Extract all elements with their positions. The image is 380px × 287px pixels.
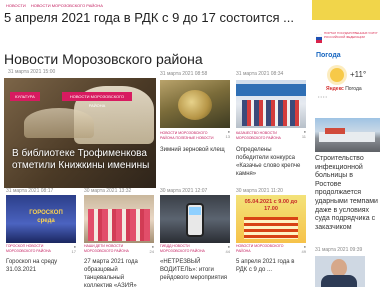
card-tags[interactable]: Новости Морозовского района Полезные нов… [160,131,218,141]
comment-count: ● 44 [218,244,230,254]
suit-shape [321,275,357,287]
count-value: 11 [301,134,306,139]
card-thumbnail[interactable] [160,195,230,243]
sidebar-person-image[interactable] [315,256,365,287]
card-tags[interactable]: Гороскоп Новости Морозовского района [6,244,64,254]
grain-shape [178,90,212,120]
count-value: 13 [225,134,230,139]
temperature: +11° [350,70,367,79]
count-value: 17 [71,249,76,254]
gov-services-link[interactable]: Портал государственных услуг Российской … [324,31,378,39]
tag-link[interactable]: Новости Морозовского района [31,3,103,8]
poster-text-shape [244,217,298,239]
count-value: 24 [149,249,154,254]
card-date: 31 марта 2021 08:34 [236,71,284,77]
weather-dots: • • • • [318,94,327,99]
featured-card[interactable]: Культура Новости Морозовского района В б… [4,78,156,188]
thumb-label: 05.04.2021 с 9.00 до 17.00 [244,199,298,212]
card-date: 31 марта 2021 08:58 [160,71,208,77]
comment-count: ● 13 [218,129,230,139]
featured-tag-culture[interactable]: Культура [10,92,40,101]
card-tags[interactable]: Новости Морозовского района [236,244,294,254]
card-thumbnail[interactable]: ГОРОСКОП среда [6,195,76,243]
yandex-logo: Яндекс [326,86,344,92]
card-title[interactable]: 27 марта 2021 года образцовый танцевальн… [84,258,152,287]
section-title[interactable]: Новости Морозовского района [4,50,304,68]
count-value: 44 [225,249,230,254]
card-thumbnail[interactable] [236,80,306,128]
card-date: 30 марта 2021 12:07 [160,188,208,194]
card-thumbnail[interactable]: 05.04.2021 с 9.00 до 17.00 [236,195,306,243]
display-shape [189,207,201,215]
card-date: 30 марта 2021 13:32 [84,188,132,194]
banner-shape [236,84,306,96]
yandex-label: Погода [345,86,362,92]
people-group-shape [242,100,300,126]
count-value: 49 [301,249,306,254]
weather-title: Погода [316,52,341,59]
sidebar-news-title[interactable]: Строительство инфекционной больницы в Ро… [315,155,380,232]
comment-count: ● 17 [64,244,76,254]
tag-link[interactable]: Новости [6,3,26,8]
sidebar-news-image[interactable] [315,118,380,152]
card-tags[interactable]: ГИБДД Новости Морозовского района [160,244,218,254]
card-title[interactable]: Определены победители конкурса «Казачье … [236,146,304,178]
card-thumbnail[interactable] [84,195,154,243]
featured-title[interactable]: В библиотеке Трофименкова отметили Книжк… [12,148,152,172]
card-title[interactable]: Зимний зерновой клещ [160,146,228,154]
top-headline-tags: Новости Новости Морозовского района [6,2,306,10]
card-title[interactable]: «НЕТРЕЗВЫЙ ВОДИТЕЛЬ»: итоги рейдового ме… [160,258,228,282]
roof-shape [325,128,345,134]
card-thumbnail[interactable] [160,80,230,128]
card-date: 30 марта 2021 11:20 [236,188,283,194]
top-headline-title[interactable]: 5 апреля 2021 года в РДК с 9 до 17 состо… [4,10,304,26]
comment-count: ● 49 [294,244,306,254]
featured-tag-district[interactable]: Новости Морозовского района [62,92,132,108]
dancers-shape [88,209,150,241]
card-tags[interactable]: Наши дети Новости Морозовского района [84,244,142,254]
card-date: 31 марта 2021 08:17 [6,188,54,194]
yandex-weather-link[interactable]: Яндекс Погода [326,86,362,92]
comment-count: ● 24 [142,244,154,254]
comment-count: ● 11 [294,129,306,139]
sun-icon [330,68,344,82]
gov-flag-icon [315,30,323,43]
sidebar-banner[interactable] [312,0,380,20]
card-tags[interactable]: Казачество Новости Морозовского района [236,131,294,141]
card-title[interactable]: 5 апреля 2021 года в РДК с 9 до ... [236,258,304,274]
book-shape [24,108,94,138]
card-title[interactable]: Гороскоп на среду 31.03.2021 [6,258,74,274]
thumb-label: ГОРОСКОП среда [29,210,63,224]
sidebar-date: 31 марта 2021 09:39 [315,247,363,253]
featured-date: 31 марта 2021 15:00 [8,69,56,75]
